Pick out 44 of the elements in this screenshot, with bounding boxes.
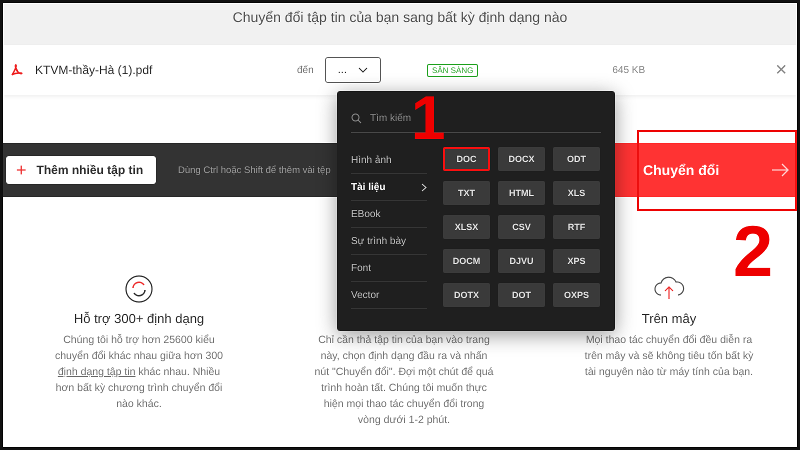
refresh-icon: [125, 275, 153, 303]
add-files-button[interactable]: + Thêm nhiều tập tin: [6, 156, 156, 184]
feature-text: Chỉ cần thả tập tin của bạn vào trang này, chọn định dạng đầu ra và nhấn nút "Chuyển đổi". Đợi một chút để quá trình hoàn tất. Chúng tôi muốn thực hiện mọi thao tác chuyển đổi trong vòng dưới 1-2 phút.: [314, 333, 494, 428]
formats-link[interactable]: định dạng tập tin: [58, 366, 136, 378]
hint-text: Dùng Ctrl hoặc Shift để thêm vài tệp: [178, 164, 331, 176]
category-item[interactable]: Sự trình bày: [351, 228, 427, 255]
format-option[interactable]: DOT: [498, 283, 545, 307]
format-option[interactable]: DOC: [443, 147, 490, 171]
format-option[interactable]: HTML: [498, 181, 545, 205]
format-option[interactable]: TXT: [443, 181, 490, 205]
format-option[interactable]: OXPS: [553, 283, 600, 307]
feature-title: Trên mây: [642, 311, 696, 328]
category-item[interactable]: Tài liệu: [351, 174, 427, 201]
close-button[interactable]: ×: [771, 58, 791, 82]
pdf-icon: [9, 62, 25, 78]
category-item[interactable]: Vector: [351, 282, 427, 309]
status-badge: SẴN SÀNG: [427, 64, 478, 76]
format-option[interactable]: DJVU: [498, 249, 545, 273]
search-icon: [351, 113, 362, 124]
page-title: Chuyển đổi tập tin của bạn sang bất kỳ định dạng nào: [232, 9, 568, 27]
feature-text: Mọi thao tác chuyển đổi đều diễn ra trên mây và sẽ không tiêu tốn bất kỳ tài nguyên nào từ máy tính của bạn.: [584, 332, 754, 380]
format-option[interactable]: ODT: [553, 147, 600, 171]
format-select[interactable]: ...: [325, 57, 381, 83]
format-option[interactable]: XLSX: [443, 215, 490, 239]
chevron-right-icon: [421, 182, 427, 192]
caret-icon: [358, 67, 368, 73]
file-size: 645 KB: [612, 64, 646, 76]
format-option[interactable]: DOTX: [443, 283, 490, 307]
format-option[interactable]: RTF: [553, 215, 600, 239]
format-option[interactable]: XLS: [553, 181, 600, 205]
file-name: KTVM-thầy-Hà (1).pdf: [35, 63, 154, 77]
category-item[interactable]: Font: [351, 255, 427, 282]
category-item[interactable]: Hình ảnh: [351, 147, 427, 174]
format-option[interactable]: XPS: [553, 249, 600, 273]
to-label: đến: [297, 64, 315, 76]
cloud-upload-icon: [652, 275, 686, 301]
category-item[interactable]: EBook: [351, 201, 427, 228]
step-number: 2: [733, 211, 774, 293]
arrow-right-icon: [771, 163, 789, 177]
format-option[interactable]: DOCM: [443, 249, 490, 273]
format-option[interactable]: DOCX: [498, 147, 545, 171]
feature-text: Chúng tôi hỗ trợ hơn 25600 kiểu chuyển đổi khác nhau giữa hơn 300 định dạng tập tin khác nhau. Nhiều hơn bất kỳ chương trình chuyển đổi nào khác.: [54, 333, 224, 412]
feature-title: Hỗ trợ 300+ định dạng: [74, 311, 204, 328]
format-option[interactable]: CSV: [498, 215, 545, 239]
